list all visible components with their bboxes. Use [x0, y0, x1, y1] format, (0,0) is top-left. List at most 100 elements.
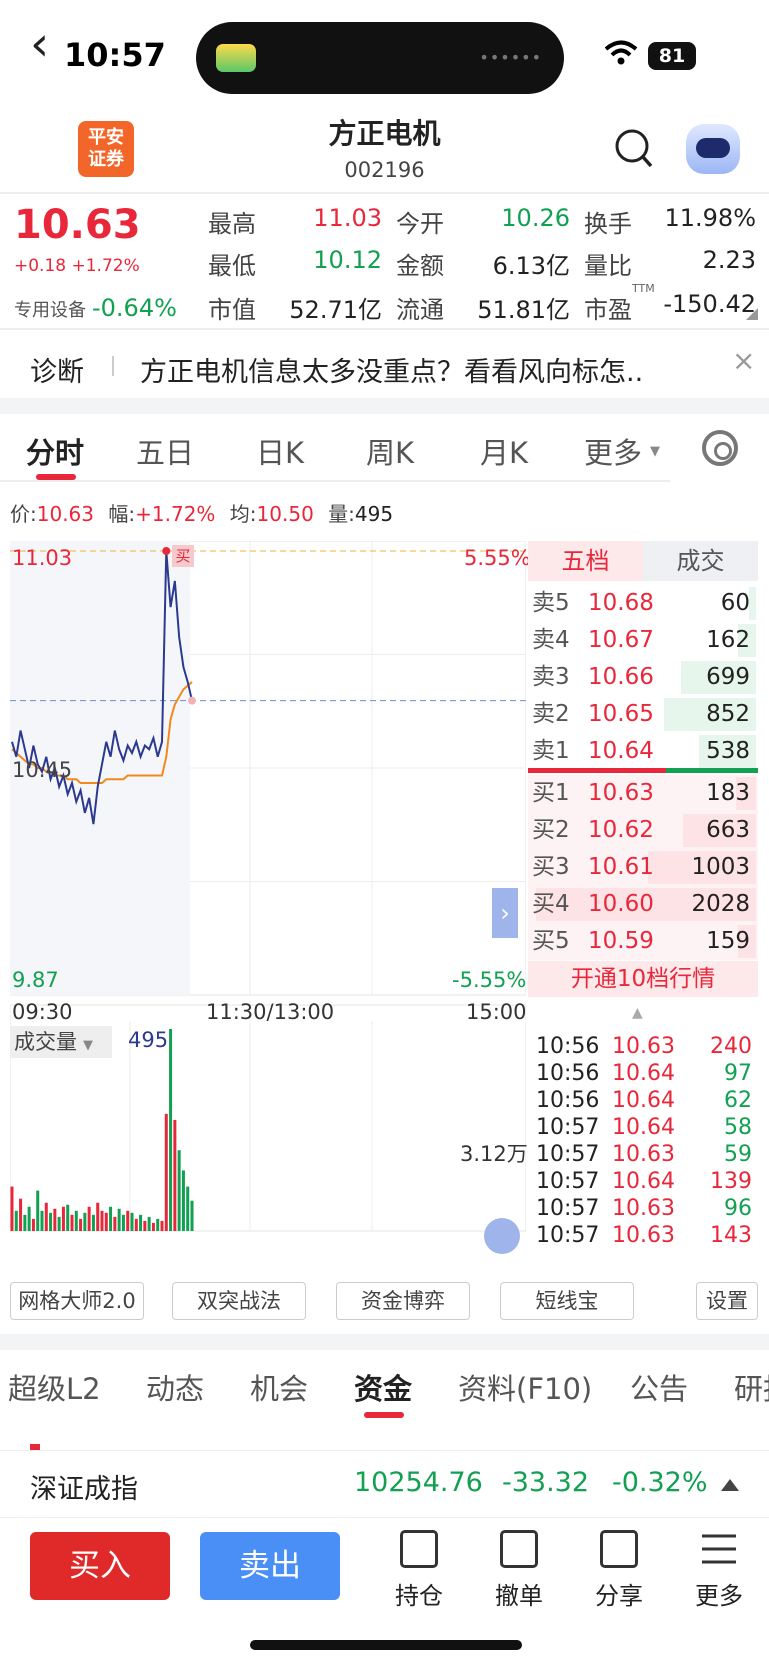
volume-bar — [40, 1210, 44, 1231]
bid-row[interactable]: 买2 10.62 663 — [528, 812, 758, 849]
chevron-up-icon[interactable] — [720, 1477, 740, 1493]
amp-label: 幅: — [108, 502, 136, 526]
volume-bar — [61, 1206, 65, 1231]
tab-4[interactable]: 月K — [480, 430, 528, 472]
buy-button[interactable]: 买入 — [30, 1532, 170, 1600]
info-tab-5[interactable]: 公告 — [630, 1366, 688, 1408]
holdings-button[interactable]: 持仓 — [384, 1530, 454, 1611]
intraday-chart[interactable] — [10, 541, 526, 1269]
bid-row[interactable]: 买1 10.63 183 — [528, 775, 758, 812]
level-price: 10.61 — [588, 854, 654, 880]
index-pct: -0.32% — [612, 1467, 708, 1498]
assistant-robot-icon[interactable] — [686, 124, 740, 174]
more-button[interactable]: 更多 — [684, 1530, 754, 1611]
volume-bar — [79, 1218, 83, 1231]
search-icon[interactable] — [614, 128, 654, 170]
sell-button[interactable]: 卖出 — [200, 1532, 340, 1600]
fullscreen-icon[interactable] — [484, 1218, 520, 1254]
trade-time: 10:56 — [536, 1034, 600, 1059]
sector-change[interactable]: 专用设备 -0.64% — [14, 294, 177, 322]
ask-row[interactable]: 卖2 10.65 852 — [528, 696, 758, 733]
home-indicator — [250, 1640, 522, 1650]
level-volume: 159 — [706, 928, 750, 954]
info-tab-6[interactable]: 研报 — [734, 1366, 769, 1408]
ask-row[interactable]: 卖3 10.66 699 — [528, 659, 758, 696]
trade-time: 10:56 — [536, 1061, 600, 1086]
tool-button-4[interactable]: 设置 — [696, 1282, 758, 1320]
volume-bar — [44, 1202, 48, 1231]
volume-bar — [186, 1186, 190, 1231]
quote-value: 52.71亿 — [289, 296, 382, 324]
ask-row[interactable]: 卖1 10.64 538 — [528, 733, 758, 770]
volume-bar — [49, 1212, 53, 1231]
info-tab-3[interactable]: 资金 — [354, 1366, 412, 1408]
ask-row[interactable]: 卖4 10.67 162 — [528, 622, 758, 659]
level-volume: 663 — [706, 817, 750, 843]
tool-button-2[interactable]: 资金博弈 — [336, 1282, 470, 1320]
collapse-up-icon[interactable]: ▲ — [632, 1005, 643, 1021]
close-icon[interactable]: × — [732, 344, 755, 377]
share-button[interactable]: 分享 — [584, 1530, 654, 1611]
tab-5[interactable]: 更多 — [584, 430, 642, 472]
quote-label: 换手 — [584, 210, 632, 238]
volume-selector[interactable]: 成交量 ▼ — [10, 1026, 112, 1058]
chart-tabs: 分时 五日 日K 周K 月K 更多 ▼ — [0, 414, 769, 480]
open-10-levels-button[interactable]: 开通10档行情 — [528, 961, 758, 997]
ytick-mid: 10.45 — [12, 758, 73, 782]
trade-row: 10:57 10.64 139 — [532, 1168, 758, 1196]
volume-bar — [10, 1186, 14, 1231]
index-name: 深证成指 — [30, 1474, 138, 1505]
ask-row[interactable]: 卖5 10.68 60 — [528, 585, 758, 622]
tool-button-3[interactable]: 短线宝 — [500, 1282, 634, 1320]
tab-2[interactable]: 日K — [256, 430, 304, 472]
current-price: 10.63 — [14, 202, 141, 248]
bid-row[interactable]: 买5 10.59 159 — [528, 923, 758, 960]
level-label: 买4 — [532, 891, 570, 917]
cancel-order-button[interactable]: 撤单 — [484, 1530, 554, 1611]
volume-bar — [139, 1214, 143, 1231]
volume-bar — [57, 1216, 61, 1231]
quote-label: 市值 — [208, 296, 256, 324]
tab-1[interactable]: 五日 — [136, 430, 194, 472]
tab-0[interactable]: 分时 — [26, 430, 84, 472]
trade-price: 10.63 — [612, 1142, 675, 1167]
settings-gear-icon[interactable] — [702, 430, 738, 466]
chevron-down-icon: ▼ — [83, 1038, 93, 1053]
info-tab-0[interactable]: 超级L2 — [8, 1366, 101, 1408]
expand-panel-button[interactable]: › — [492, 888, 518, 938]
volume-bar — [173, 1119, 177, 1231]
tab-five-levels[interactable]: 五档 — [528, 541, 643, 581]
bid-row[interactable]: 买4 10.60 2028 — [528, 886, 758, 923]
trade-volume: 143 — [710, 1223, 752, 1248]
level-volume: 852 — [706, 701, 750, 727]
index-bar[interactable]: 深证成指 10254.76 -33.32 -0.32% — [0, 1450, 769, 1518]
volume-bar — [177, 1150, 181, 1231]
volume-bar — [117, 1208, 121, 1231]
bid-row[interactable]: 买3 10.61 1003 — [528, 849, 758, 886]
info-tab-4[interactable]: 资料(F10) — [458, 1366, 592, 1408]
trade-price: 10.63 — [612, 1034, 675, 1059]
trade-volume: 240 — [710, 1034, 752, 1059]
trade-volume: 139 — [710, 1169, 752, 1194]
info-tab-2[interactable]: 机会 — [250, 1366, 308, 1408]
level-volume: 60 — [720, 590, 750, 616]
tool-button-0[interactable]: 网格大师2.0 — [10, 1282, 144, 1320]
level-volume: 162 — [706, 627, 750, 653]
tool-button-1[interactable]: 双突战法 — [172, 1282, 306, 1320]
holdings-icon — [400, 1530, 438, 1568]
level-label: 卖2 — [532, 701, 570, 727]
trade-row: 10:56 10.63 240 — [532, 1033, 758, 1061]
info-tab-1[interactable]: 动态 — [146, 1366, 204, 1408]
tab-3[interactable]: 周K — [366, 430, 414, 472]
trade-row: 10:57 10.63 59 — [532, 1141, 758, 1169]
back-icon[interactable]: ‹ — [30, 20, 49, 68]
ytick-bottom: 9.87 — [12, 968, 59, 992]
tab-trades[interactable]: 成交 — [643, 541, 758, 581]
buy-marker[interactable]: 买 — [172, 545, 194, 567]
trade-time: 10:56 — [536, 1088, 600, 1113]
diagnosis-banner[interactable]: 诊断 方正电机信息太多没重点？看看风向标怎.. × — [0, 330, 769, 398]
depth-bar — [749, 587, 756, 620]
cancel-order-label: 撤单 — [495, 1582, 543, 1610]
level-volume: 183 — [706, 780, 750, 806]
volume-max-label: 3.12万 — [460, 1142, 528, 1166]
